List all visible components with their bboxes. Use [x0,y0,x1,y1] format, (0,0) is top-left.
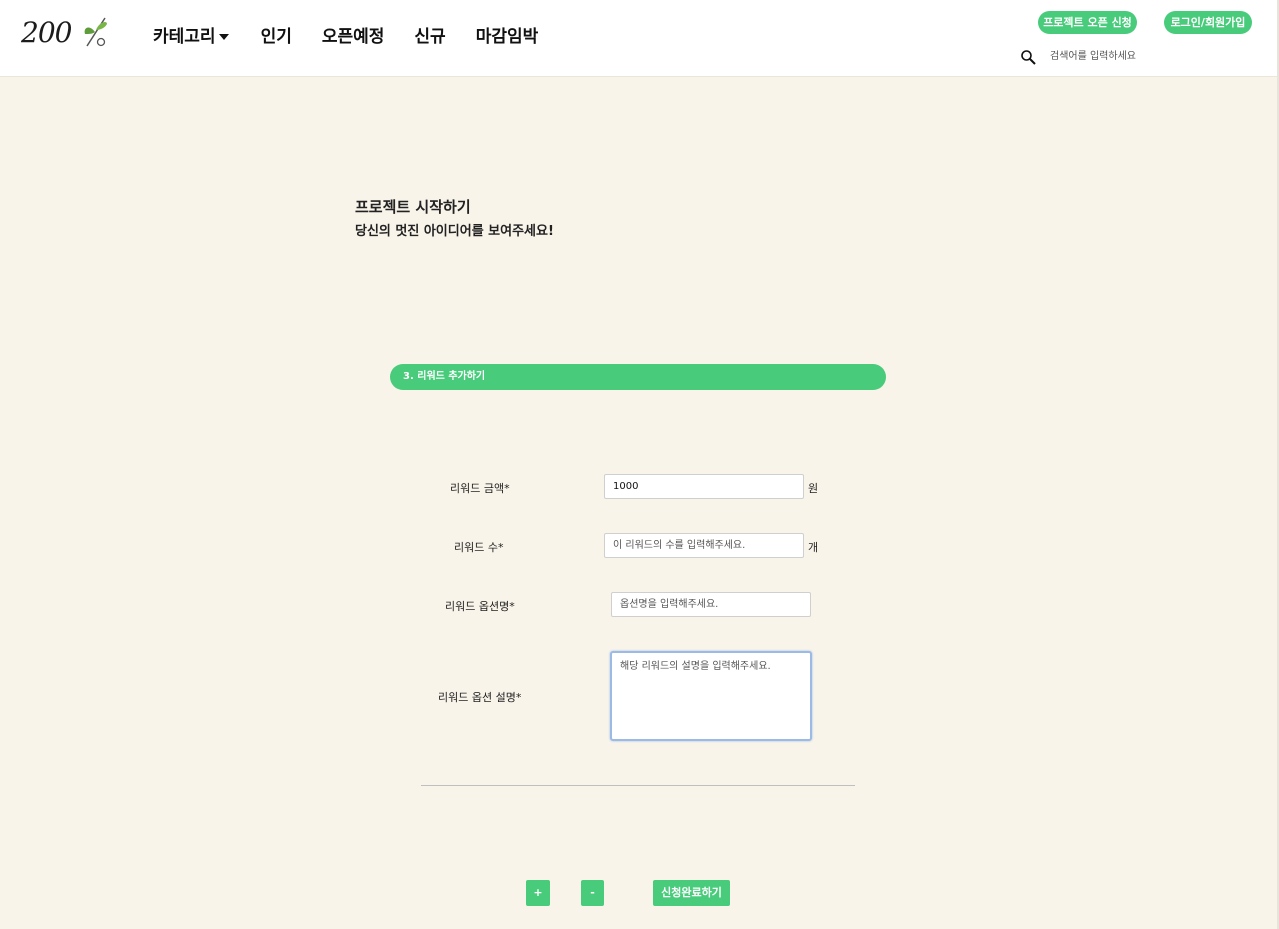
reward-option-name-label: 리워드 옵션명* [445,600,515,613]
nav-upcoming[interactable]: 오픈예정 [322,22,385,47]
search-icon[interactable] [1020,49,1036,65]
nav-new[interactable]: 신규 [414,22,445,47]
login-signup-button[interactable]: 로그인/회원가입 [1164,11,1252,34]
reward-count-unit: 개 [808,541,819,554]
main-nav: 카테고리 인기 오픈예정 신규 마감임박 [153,22,568,47]
reward-amount-unit: 원 [808,482,819,495]
site-header: 200 카테고리 인기 오픈예정 신규 마감임박 프로젝트 오픈 신청 로그인/… [0,0,1279,77]
form-divider [421,785,855,786]
nav-popular[interactable]: 인기 [261,22,292,47]
nav-closing-soon[interactable]: 마감임박 [476,22,539,47]
reward-amount-input[interactable] [604,474,804,499]
search-input[interactable] [1046,47,1214,65]
chevron-down-icon [218,34,229,40]
remove-reward-button[interactable]: - [581,880,604,906]
section-header-reward: 3. 리워드 추가하기 [390,364,886,390]
sprout-icon [84,17,107,47]
add-reward-button[interactable]: + [526,880,550,906]
logo-text: 200 [21,16,72,49]
reward-count-input[interactable] [604,533,804,558]
logo[interactable]: 200 [21,12,111,52]
nav-category-label: 카테고리 [153,27,216,47]
reward-option-desc-label: 리워드 옵션 설명* [438,691,522,704]
reward-count-label: 리워드 수* [454,541,504,554]
page-subtitle: 당신의 멋진 아이디어를 보여주세요! [355,224,554,239]
reward-option-name-input[interactable] [611,592,811,617]
nav-category[interactable]: 카테고리 [153,22,229,47]
open-project-button[interactable]: 프로젝트 오픈 신청 [1038,11,1137,34]
reward-option-desc-textarea[interactable] [610,651,812,741]
reward-amount-label: 리워드 금액* [450,482,510,495]
page-title: 프로젝트 시작하기 [355,198,471,216]
submit-button[interactable]: 신청완료하기 [653,880,730,906]
